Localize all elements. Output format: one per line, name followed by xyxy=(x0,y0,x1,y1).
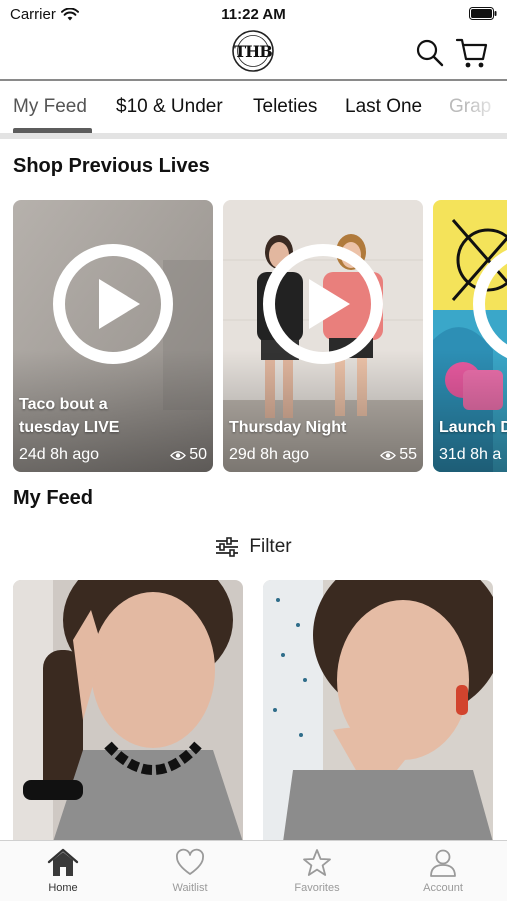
live-card[interactable]: Taco bout a tuesday LIVE 24d 8h ago 50 xyxy=(13,200,213,472)
filter-label: Filter xyxy=(249,536,292,557)
feed-product-card[interactable] xyxy=(263,580,493,842)
tab-my-feed[interactable]: My Feed xyxy=(13,96,87,118)
category-tabs: My Feed $10 & Under Teleties Last One Gr… xyxy=(0,81,507,133)
previous-lives-carousel[interactable]: Taco bout a tuesday LIVE 24d 8h ago 50 T… xyxy=(0,200,507,472)
nav-favorites[interactable]: Favorites xyxy=(267,847,367,894)
play-icon[interactable] xyxy=(52,243,174,365)
tab-10-under[interactable]: $10 & Under xyxy=(116,96,223,118)
live-title-line: Taco bout a xyxy=(19,396,108,413)
live-time-ago: 29d 8h ago xyxy=(229,446,310,463)
live-views: 55 xyxy=(380,446,417,464)
section-title-previous-lives: Shop Previous Lives xyxy=(13,155,210,177)
feed-product-card[interactable] xyxy=(13,580,243,842)
live-card[interactable]: Launch D 31d 8h a xyxy=(433,200,507,472)
bottom-tab-bar: Home Waitlist Favorites Account xyxy=(0,840,507,901)
clock: 11:22 AM xyxy=(221,6,286,23)
live-title-line: Thursday Night xyxy=(229,419,347,436)
product-image xyxy=(263,580,493,842)
status-bar: Carrier 11:22 AM xyxy=(0,0,507,28)
live-title-line: tuesday LIVE xyxy=(19,419,120,436)
eye-icon xyxy=(380,450,397,460)
star-icon xyxy=(303,849,331,876)
live-title-line: Launch D xyxy=(439,419,507,436)
filter-button[interactable]: Filter xyxy=(0,532,507,562)
nav-label: Waitlist xyxy=(172,882,208,894)
nav-waitlist[interactable]: Waitlist xyxy=(140,847,240,894)
play-icon[interactable] xyxy=(472,243,507,365)
tab-teleties[interactable]: Teleties xyxy=(253,96,317,118)
search-icon[interactable] xyxy=(415,38,445,68)
logo-text: THB xyxy=(234,42,273,61)
nav-label: Favorites xyxy=(294,882,340,894)
live-time-ago: 31d 8h a xyxy=(439,446,502,463)
nav-label: Account xyxy=(423,882,463,894)
cart-icon[interactable] xyxy=(455,36,489,70)
tab-last-one[interactable]: Last One xyxy=(345,96,422,118)
nav-label: Home xyxy=(48,882,78,894)
live-title: Thursday Night xyxy=(229,416,346,439)
live-views-count: 55 xyxy=(399,446,417,463)
home-icon xyxy=(47,848,79,876)
nav-account[interactable]: Account xyxy=(393,847,493,894)
live-card[interactable]: Thursday Night 29d 8h ago 55 xyxy=(223,200,423,472)
section-title-my-feed: My Feed xyxy=(13,487,94,509)
nav-home[interactable]: Home xyxy=(13,847,113,894)
live-title: Taco bout a tuesday LIVE xyxy=(19,393,119,439)
product-image xyxy=(13,580,243,842)
live-views: 50 xyxy=(170,446,207,464)
sliders-icon xyxy=(216,537,239,557)
play-icon[interactable] xyxy=(262,243,384,365)
app-header: THB xyxy=(0,28,507,78)
live-views-count: 50 xyxy=(189,446,207,463)
tabs-fade xyxy=(467,81,507,133)
person-icon xyxy=(430,849,456,877)
eye-icon xyxy=(170,450,187,460)
live-title: Launch D xyxy=(439,416,507,439)
live-time-ago: 24d 8h ago xyxy=(19,446,100,463)
heart-icon xyxy=(176,848,204,875)
tabs-divider xyxy=(0,133,507,139)
battery-icon xyxy=(469,7,497,20)
